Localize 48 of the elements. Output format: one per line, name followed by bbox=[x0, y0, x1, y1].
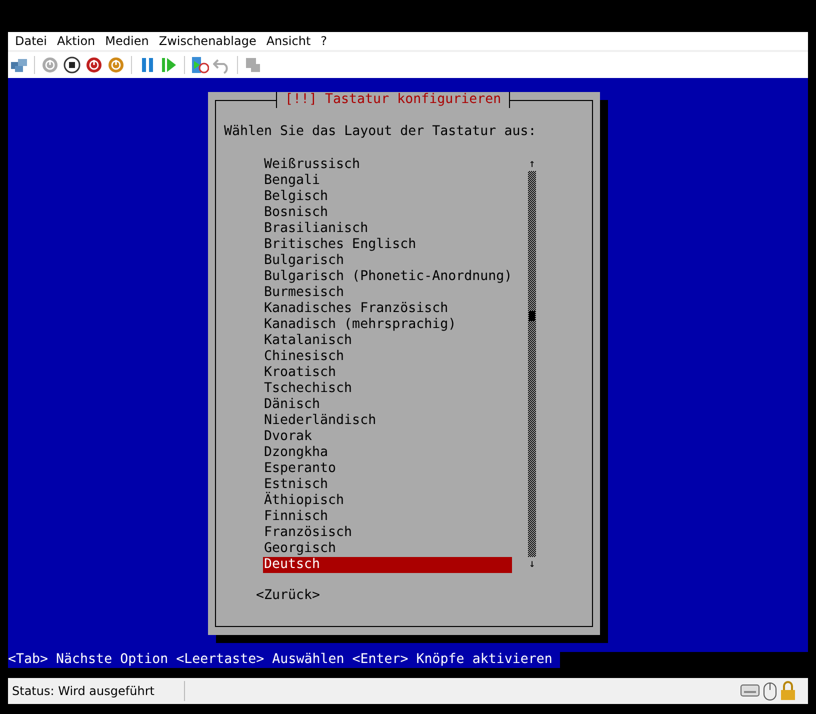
list-item[interactable]: Französisch bbox=[263, 525, 512, 541]
list-item[interactable]: Belgisch bbox=[263, 189, 512, 205]
menu-item[interactable]: Ansicht bbox=[261, 34, 316, 48]
list-item[interactable]: Deutsch bbox=[263, 557, 512, 573]
list-item[interactable]: Bulgarisch (Phonetic-Anordnung) bbox=[263, 269, 512, 285]
list-item[interactable]: Burmesisch bbox=[263, 285, 512, 301]
list-item[interactable]: Weißrussisch bbox=[263, 157, 512, 173]
list-item[interactable]: Kroatisch bbox=[263, 365, 512, 381]
list-item[interactable]: Britisches Englisch bbox=[263, 237, 512, 253]
menu-item[interactable]: ? bbox=[316, 34, 332, 48]
list-item[interactable]: Kanadisch (mehrsprachig) bbox=[263, 317, 512, 333]
menu-item[interactable]: Zwischenablage bbox=[154, 34, 262, 48]
list-item[interactable]: Georgisch bbox=[263, 541, 512, 557]
list-item[interactable]: Chinesisch bbox=[263, 349, 512, 365]
scrollbar[interactable] bbox=[528, 171, 536, 557]
list-item[interactable]: Bosnisch bbox=[263, 205, 512, 221]
back-button[interactable]: <Zurück> bbox=[256, 588, 320, 604]
list-item[interactable]: Finnisch bbox=[263, 509, 512, 525]
list-item[interactable]: Tschechisch bbox=[263, 381, 512, 397]
list-item[interactable]: Äthiopisch bbox=[263, 493, 512, 509]
network-icon[interactable] bbox=[10, 56, 28, 74]
play-clock-icon[interactable] bbox=[191, 56, 209, 74]
list-item[interactable]: Dzongkha bbox=[263, 445, 512, 461]
mouse-icon bbox=[763, 681, 777, 701]
list-item[interactable]: Esperanto bbox=[263, 461, 512, 477]
list-item[interactable]: Brasilianisch bbox=[263, 221, 512, 237]
power-icon[interactable] bbox=[85, 56, 103, 74]
menu-item[interactable]: Aktion bbox=[52, 34, 100, 48]
menu-item[interactable]: Datei bbox=[10, 34, 52, 48]
list-item[interactable]: Bengali bbox=[263, 173, 512, 189]
menu-item[interactable]: Medien bbox=[100, 34, 154, 48]
list-item[interactable]: Bulgarisch bbox=[263, 253, 512, 269]
list-item[interactable]: Kanadisches Französisch bbox=[263, 301, 512, 317]
list-item[interactable]: Dvorak bbox=[263, 429, 512, 445]
scroll-down-arrow[interactable]: ↓ bbox=[528, 557, 536, 571]
play-icon[interactable] bbox=[160, 56, 178, 74]
list-item[interactable]: Katalanisch bbox=[263, 333, 512, 349]
list-item[interactable]: Niederländisch bbox=[263, 413, 512, 429]
list-item[interactable]: Dänisch bbox=[263, 397, 512, 413]
status-text: Status: Wird ausgeführt bbox=[8, 681, 185, 701]
prompt-text: Wählen Sie das Layout der Tastatur aus: bbox=[224, 124, 536, 140]
key-hint-text: <Tab> Nächste Option <Leertaste> Auswählen <Enter> Knöpfe aktivieren bbox=[8, 652, 560, 668]
scroll-up-arrow[interactable]: ↑ bbox=[528, 157, 536, 171]
dialog-title: [!!] Tastatur konfigurieren bbox=[276, 92, 510, 108]
power-icon[interactable] bbox=[107, 56, 125, 74]
stop-icon[interactable] bbox=[63, 56, 81, 74]
list-item[interactable]: Estnisch bbox=[263, 477, 512, 493]
lock-icon bbox=[780, 681, 796, 701]
